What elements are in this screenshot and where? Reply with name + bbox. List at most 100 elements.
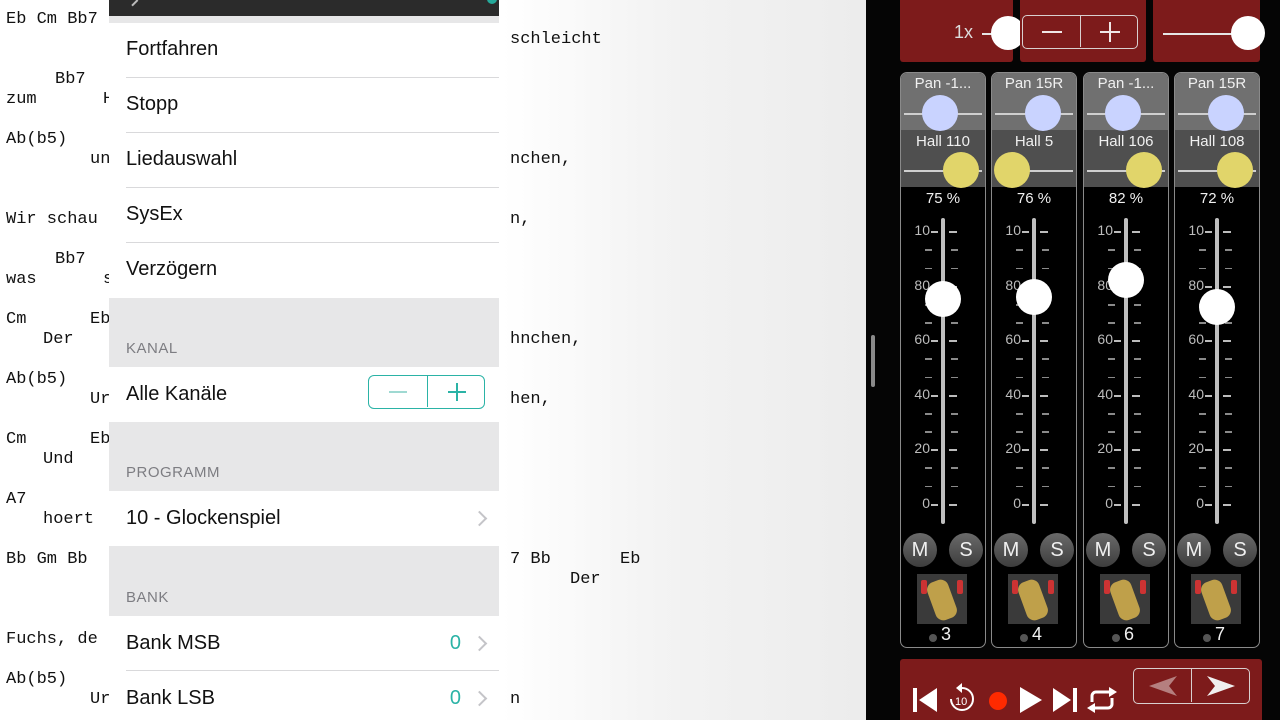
skip-forward-icon[interactable] bbox=[1053, 687, 1077, 713]
settings-popover: Fortfahren Stopp Liedauswahl SysEx Verzö… bbox=[109, 0, 499, 720]
kanal-row: Alle Kanäle bbox=[109, 367, 499, 422]
sheet-line: hnchen, bbox=[510, 330, 582, 349]
fader-scale-label: 80 bbox=[1188, 277, 1204, 293]
fader-scale-label: 40 bbox=[914, 386, 930, 402]
pan-knob[interactable] bbox=[1105, 95, 1142, 131]
solo-button[interactable]: S bbox=[1040, 533, 1074, 567]
play-icon[interactable] bbox=[1020, 687, 1042, 713]
fader-minor-tick bbox=[1175, 485, 1259, 488]
pan-knob[interactable] bbox=[1024, 95, 1061, 131]
menu-item-liedauswahl[interactable]: Liedauswahl bbox=[109, 133, 499, 188]
volume-percent: 75 % bbox=[925, 190, 961, 207]
bank-msb-row[interactable]: Bank MSB 0 bbox=[109, 616, 499, 671]
instrument-image[interactable] bbox=[1100, 574, 1150, 624]
fader-scale-label: 60 bbox=[914, 331, 930, 347]
hall-knob[interactable] bbox=[1125, 152, 1162, 188]
split-handle[interactable] bbox=[871, 335, 875, 387]
solo-button[interactable]: S bbox=[1132, 533, 1166, 567]
pan-label: Pan -1... bbox=[1097, 75, 1155, 92]
solo-button[interactable]: S bbox=[949, 533, 983, 567]
transpose-control bbox=[1020, 0, 1146, 62]
fader-track bbox=[1032, 218, 1036, 524]
solo-button[interactable]: S bbox=[1223, 533, 1257, 567]
channel-led bbox=[1203, 634, 1211, 642]
programm-row[interactable]: 10 - Glockenspiel bbox=[109, 491, 499, 546]
transpose-stepper bbox=[1022, 15, 1138, 49]
rewind-10-icon[interactable]: 10 bbox=[947, 683, 977, 715]
fader-scale-mark: 20 bbox=[1175, 440, 1259, 456]
mute-button[interactable]: M bbox=[994, 533, 1028, 567]
fader-minor-tick bbox=[1084, 322, 1168, 324]
menu-item-label: SysEx bbox=[126, 203, 183, 225]
volume-slider-knob[interactable] bbox=[1231, 16, 1265, 50]
fader-scale-label: 10 bbox=[914, 222, 930, 238]
fader-scale-label: 60 bbox=[1097, 331, 1113, 347]
fader-minor-tick bbox=[901, 413, 985, 415]
instrument-image[interactable] bbox=[1008, 574, 1058, 624]
mute-button[interactable]: M bbox=[1086, 533, 1120, 567]
menu-item-sysex[interactable]: SysEx bbox=[109, 188, 499, 243]
fader-minor-tick bbox=[901, 431, 985, 433]
hall-knob[interactable] bbox=[942, 152, 979, 188]
fader-minor-tick bbox=[1175, 267, 1259, 270]
fader-scale-mark: 20 bbox=[1084, 440, 1168, 456]
sheet-line: Eb bbox=[90, 310, 111, 329]
menu-item-fortfahren[interactable]: Fortfahren bbox=[109, 23, 499, 78]
fader-minor-tick bbox=[992, 267, 1076, 270]
channel-led bbox=[1112, 634, 1120, 642]
fader-scale-label: 0 bbox=[1196, 495, 1204, 511]
previous-page-button[interactable] bbox=[1134, 669, 1191, 702]
sheet-line: un bbox=[90, 150, 111, 169]
decrement-button[interactable] bbox=[369, 376, 427, 407]
fader-scale-label: 0 bbox=[922, 495, 930, 511]
pan-label: Pan 15R bbox=[1004, 75, 1064, 92]
master-volume-control bbox=[1153, 0, 1265, 62]
transpose-up-button[interactable] bbox=[1080, 16, 1138, 47]
channel-strip: Pan -1... Hall 110 75 % 10 80 60 40 20 0 M S 3 bbox=[900, 72, 986, 648]
page-nav bbox=[1133, 668, 1250, 704]
fader-minor-tick bbox=[1084, 376, 1168, 379]
fader-minor-tick bbox=[992, 431, 1076, 433]
mute-button[interactable]: M bbox=[903, 533, 937, 567]
fader-minor-tick bbox=[992, 322, 1076, 324]
menu-item-stopp[interactable]: Stopp bbox=[109, 78, 499, 133]
fader-minor-tick bbox=[901, 467, 985, 469]
bank-lsb-label: Bank LSB bbox=[126, 687, 215, 709]
next-page-button[interactable] bbox=[1191, 669, 1249, 702]
mute-button[interactable]: M bbox=[1177, 533, 1211, 567]
pan-knob[interactable] bbox=[1207, 95, 1244, 131]
volume-fader-knob[interactable] bbox=[1016, 278, 1052, 315]
fader-minor-tick bbox=[1084, 431, 1168, 433]
transpose-down-button[interactable] bbox=[1023, 16, 1080, 47]
volume-fader-knob[interactable] bbox=[1108, 262, 1144, 299]
channel-led bbox=[929, 634, 937, 642]
popover-top-bar bbox=[109, 0, 499, 16]
volume-fader-knob[interactable] bbox=[925, 281, 961, 318]
fader-scale-mark: 40 bbox=[1084, 386, 1168, 402]
bank-msb-label: Bank MSB bbox=[126, 632, 221, 654]
record-icon[interactable] bbox=[988, 691, 1008, 711]
fader-minor-tick bbox=[992, 249, 1076, 251]
fader-scale-label: 10 bbox=[1097, 222, 1113, 238]
volume-fader-knob[interactable] bbox=[1199, 289, 1235, 326]
sheet-line: hen, bbox=[510, 390, 551, 409]
instrument-image[interactable] bbox=[1191, 574, 1241, 624]
fader-minor-tick bbox=[1175, 431, 1259, 433]
fader-scale-mark: 10 bbox=[1084, 222, 1168, 238]
fader-scale-mark: 80 bbox=[1175, 277, 1259, 293]
loop-icon[interactable] bbox=[1086, 687, 1118, 713]
hall-knob[interactable] bbox=[1216, 152, 1253, 188]
fader-minor-tick bbox=[1084, 358, 1168, 360]
channel-number: 4 bbox=[1032, 624, 1043, 644]
increment-button[interactable] bbox=[427, 376, 486, 407]
chevron-right-icon bbox=[471, 690, 488, 707]
menu-item-label: Fortfahren bbox=[126, 38, 219, 60]
skip-back-icon[interactable] bbox=[913, 687, 937, 713]
bank-lsb-row[interactable]: Bank LSB 0 bbox=[109, 671, 499, 720]
pan-knob[interactable] bbox=[922, 95, 959, 131]
transport-bar: 10 bbox=[900, 659, 1262, 720]
menu-item-verzoegern[interactable]: Verzögern bbox=[109, 243, 499, 298]
instrument-image[interactable] bbox=[917, 574, 967, 624]
fader-minor-tick bbox=[992, 467, 1076, 469]
hall-knob[interactable] bbox=[993, 152, 1030, 188]
